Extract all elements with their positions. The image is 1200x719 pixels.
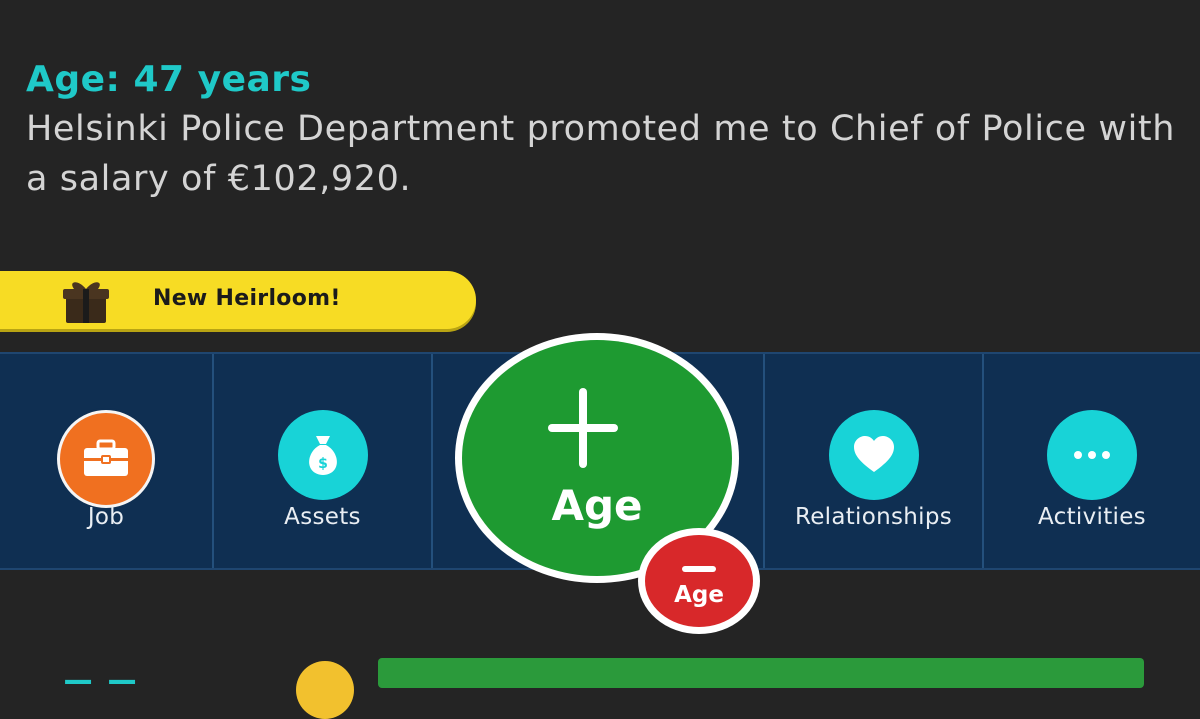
svg-text:$: $ — [318, 456, 328, 472]
happiness-emoji-icon — [296, 661, 354, 719]
plus-icon — [548, 388, 618, 468]
gift-icon — [63, 282, 109, 323]
minus-icon — [682, 566, 716, 572]
nav-item-assets[interactable]: $ Assets — [214, 354, 433, 568]
new-heirloom-banner[interactable]: New Heirloom! — [0, 271, 476, 329]
money-bag-icon: $ — [308, 436, 337, 475]
age-down-button[interactable]: Age — [638, 528, 760, 634]
stats-heading-cutoff: ▬ ▬ — [62, 664, 139, 684]
nav-item-assets-label: Assets — [284, 504, 361, 530]
briefcase-icon — [84, 439, 128, 476]
relationships-icon-circle — [828, 410, 919, 500]
nav-item-relationships-label: Relationships — [794, 504, 953, 530]
event-entry: Age: 47 years Helsinki Police Department… — [26, 58, 1176, 204]
nav-item-relationships[interactable]: Relationships — [765, 354, 984, 568]
previous-event-text-cutoff: · · · — [26, 0, 85, 14]
new-heirloom-label: New Heirloom! — [153, 286, 341, 311]
event-description: Helsinki Police Department promoted me t… — [26, 109, 1176, 199]
activities-icon-circle — [1047, 410, 1137, 500]
age-down-label: Age — [674, 582, 724, 608]
nav-item-activities[interactable]: Activities — [984, 354, 1200, 568]
nav-item-job[interactable]: Job — [0, 354, 214, 568]
heart-icon — [853, 436, 894, 472]
assets-icon-circle: $ — [277, 410, 368, 500]
age-down-button-fill — [645, 535, 753, 627]
job-icon-circle — [57, 410, 155, 508]
ellipsis-icon — [1074, 451, 1110, 459]
nav-item-job-label: Job — [87, 504, 125, 530]
happiness-stat-bar — [378, 658, 1144, 688]
event-age-heading: Age: 47 years — [26, 59, 312, 100]
nav-item-activities-label: Activities — [1038, 504, 1146, 530]
age-up-label: Age — [551, 481, 643, 530]
